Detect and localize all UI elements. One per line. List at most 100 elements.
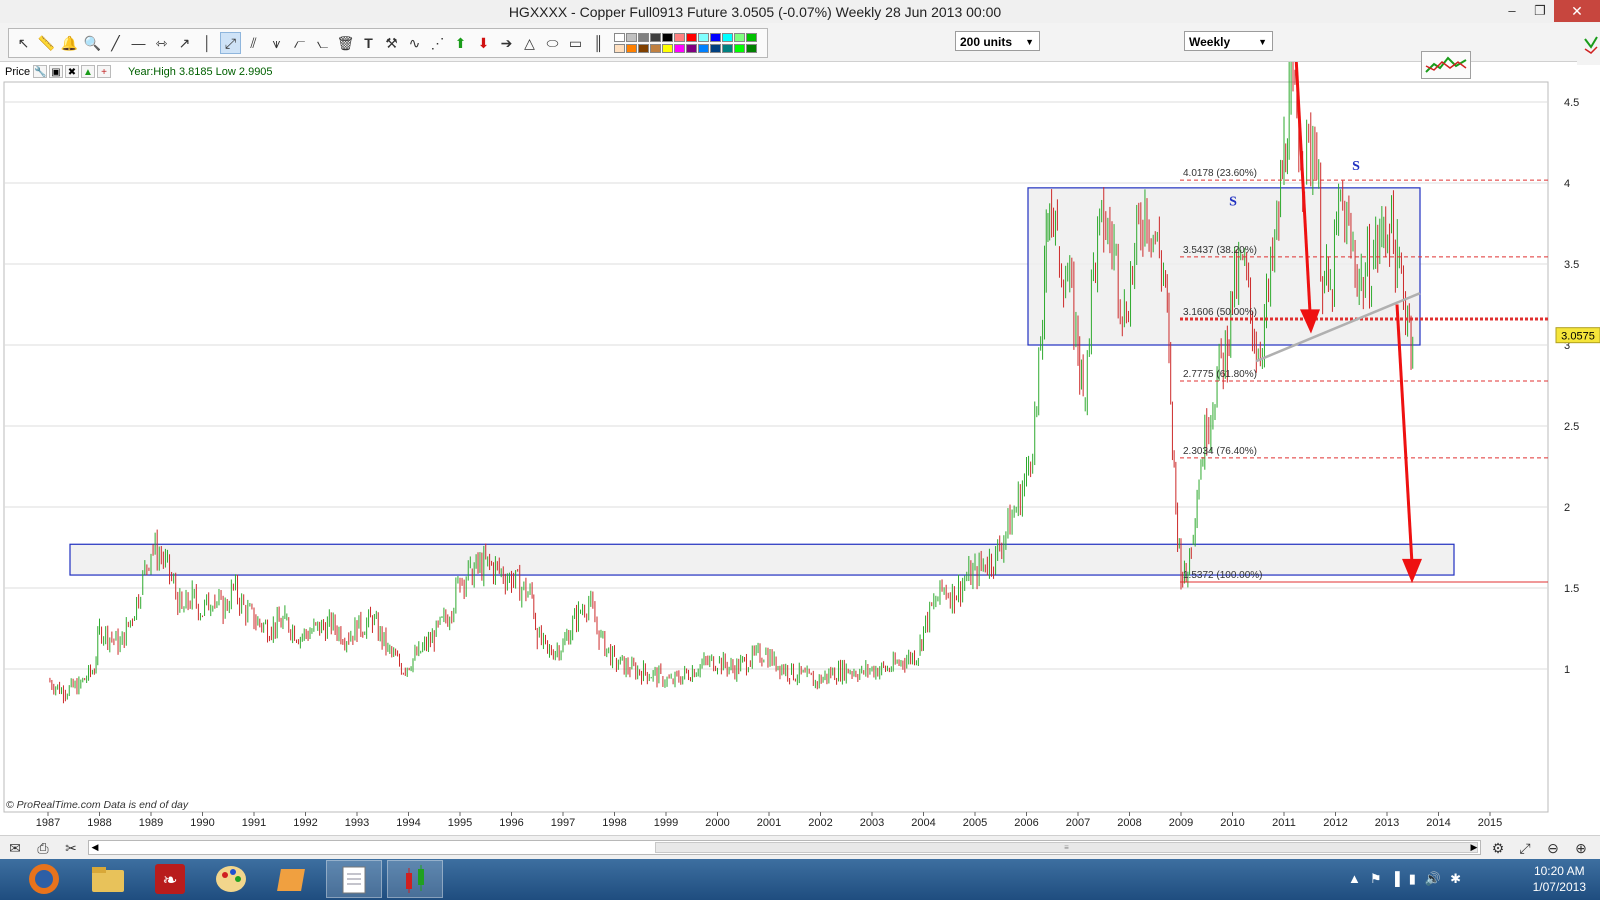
ruler-icon[interactable]: 📏 — [36, 32, 57, 54]
scroll-left-icon[interactable]: ◀ — [89, 841, 101, 854]
x-tick-label: 2014 — [1426, 817, 1450, 829]
expand-panel-icon[interactable] — [1577, 23, 1600, 65]
fib-level-label: 2.3034 (76.40%) — [1183, 446, 1257, 457]
ray-icon[interactable]: ↗ — [174, 32, 195, 54]
svg-text:❧: ❧ — [162, 870, 177, 890]
x-tick-label: 2012 — [1323, 817, 1347, 829]
y-tick-label: 4.5 — [1564, 97, 1579, 109]
signal-icon[interactable]: ▐ — [1391, 871, 1400, 887]
gann-icon[interactable]: ⋰ — [427, 32, 448, 54]
delete-trash-icon[interactable]: 🗑 — [335, 32, 356, 54]
fib-level-label: 1.5372 (100.00%) — [1183, 570, 1263, 581]
up-arrow-icon[interactable]: ⬆ — [450, 32, 471, 54]
fib-level-label: 4.0178 (23.60%) — [1183, 168, 1257, 179]
paint-icon[interactable] — [203, 860, 259, 898]
speaker-icon[interactable]: 🔊 — [1425, 871, 1441, 887]
notepad-icon[interactable] — [326, 860, 382, 898]
x-tick-label: 2008 — [1117, 817, 1141, 829]
zoom-in-icon[interactable]: ⊕ — [1571, 839, 1591, 857]
triangle-icon[interactable]: △ — [519, 32, 540, 54]
clock-time: 10:20 AM — [1533, 864, 1585, 878]
zoom-fit-icon[interactable]: ⤢ — [1515, 839, 1535, 857]
right-arrow-icon[interactable]: ➔ — [496, 32, 517, 54]
close-panel-icon[interactable]: ✖ — [65, 65, 79, 78]
zoom-icon[interactable]: 🔍 — [82, 32, 103, 54]
down-arrow-icon[interactable]: ⬇ — [473, 32, 494, 54]
window-icon[interactable]: ▣ — [49, 65, 63, 78]
x-tick-label: 2001 — [757, 817, 781, 829]
scroll-right-icon[interactable]: ▶ — [1468, 841, 1480, 854]
fib-level-label: 3.5437 (38.20%) — [1183, 245, 1257, 256]
prorealtime-icon[interactable] — [387, 860, 443, 898]
x-tick-label: 2003 — [860, 817, 884, 829]
x-tick-label: 1987 — [36, 817, 60, 829]
minimize-button[interactable]: – — [1502, 2, 1522, 20]
arrow-up-panel-icon[interactable]: ▲ — [81, 65, 95, 78]
text-tool-icon[interactable]: T — [358, 32, 379, 54]
right-shoulder-label: S — [1352, 159, 1360, 174]
x-tick-label: 2009 — [1169, 817, 1193, 829]
chart-footer-bar: ✉ ⎙ ✂ ◀ ≡ ▶ ⚙ ⤢ ⊖ ⊕ — [0, 835, 1600, 860]
fib-level-label: 2.7775 (61.80%) — [1183, 369, 1257, 380]
x-tick-label: 2002 — [808, 817, 832, 829]
clock-date: 1/07/2013 — [1532, 880, 1586, 894]
firefox-icon[interactable] — [16, 860, 72, 898]
horizontal-line-icon[interactable]: — — [128, 32, 149, 54]
pointer-icon[interactable]: ↖ — [13, 32, 34, 54]
x-tick-label: 2006 — [1014, 817, 1038, 829]
y-tick-label: 1.5 — [1564, 583, 1579, 595]
watermark-text: © ProRealTime.com Data is end of day — [6, 799, 189, 811]
units-select[interactable]: 200 units ▼ — [955, 31, 1040, 51]
horizontal-scrollbar[interactable]: ◀ ≡ ▶ — [88, 840, 1481, 855]
title-bar: HGXXXX - Copper Full0913 Future 3.0505 (… — [0, 0, 1600, 24]
x-tick-label: 1999 — [654, 817, 678, 829]
rectangle-icon[interactable]: ▭ — [565, 32, 586, 54]
tray-expand-icon[interactable]: ▲ — [1348, 871, 1361, 887]
last-price-value: 3.0575 — [1561, 331, 1595, 343]
acrobat-reader-icon[interactable]: ❧ — [142, 860, 198, 898]
price-chart[interactable]: 11.522.533.544.5519871988198919901991199… — [0, 62, 1600, 835]
x-tick-label: 1990 — [190, 817, 214, 829]
y-tick-label: 2.5 — [1564, 421, 1579, 433]
fibonacci-arcs-icon[interactable]: ⦦ — [312, 32, 333, 54]
fibonacci-retracement-icon[interactable]: ⤢ — [220, 32, 241, 54]
andrews-pitchfork-icon[interactable]: ⩛ — [266, 32, 287, 54]
x-tick-label: 1988 — [87, 817, 111, 829]
file-explorer-icon[interactable] — [80, 860, 136, 898]
flag-icon[interactable]: ⚑ — [1370, 871, 1382, 887]
chevron-down-icon: ▼ — [1258, 37, 1267, 47]
media-app-icon[interactable] — [265, 860, 321, 898]
add-panel-icon[interactable]: + — [97, 65, 111, 78]
fib-level-label: 3.1606 (50.00%) — [1183, 307, 1257, 318]
year-high-low-stat: Year:High 3.8185 Low 2.9905 — [128, 66, 273, 78]
vertical-line-icon[interactable]: │ — [197, 32, 218, 54]
network-icon[interactable]: ✱ — [1450, 871, 1461, 887]
trendline-icon[interactable]: ╱ — [105, 32, 126, 54]
ellipse-icon[interactable]: ⬭ — [542, 32, 563, 54]
scrollbar-thumb[interactable]: ≡ — [655, 842, 1478, 853]
x-tick-label: 2000 — [705, 817, 729, 829]
x-tick-label: 1994 — [396, 817, 420, 829]
wrench-icon[interactable]: 🔧 — [33, 65, 47, 78]
x-tick-label: 1992 — [293, 817, 317, 829]
battery-icon[interactable]: ▮ — [1409, 871, 1416, 887]
timeframe-select[interactable]: Weekly ▼ — [1184, 31, 1273, 51]
print-icon[interactable]: ⎙ — [33, 839, 53, 857]
properties-tools-icon[interactable]: ⚒ — [381, 32, 402, 54]
zoom-out-icon[interactable]: ⊖ — [1543, 839, 1563, 857]
parallel-channel-icon[interactable]: ⫽ — [243, 32, 264, 54]
chart-settings-icon[interactable]: ⚙ — [1488, 839, 1508, 857]
horizontal-segment-icon[interactable]: ⇿ — [151, 32, 172, 54]
alert-bell-icon[interactable]: 🔔 — [59, 32, 80, 54]
color-palette[interactable] — [614, 32, 764, 54]
fibonacci-fan-icon[interactable]: ⦧ — [289, 32, 310, 54]
email-icon[interactable]: ✉ — [5, 839, 25, 857]
close-button[interactable]: ✕ — [1554, 0, 1600, 22]
clock[interactable]: 10:20 AM 1/07/2013 — [1533, 863, 1586, 895]
scissors-icon[interactable]: ✂ — [61, 839, 81, 857]
wave-icon[interactable]: ∿ — [404, 32, 425, 54]
restore-button[interactable]: ❐ — [1530, 2, 1550, 20]
price-panel-header: Price 🔧 ▣ ✖ ▲ + Year:High 3.8185 Low 2.9… — [0, 62, 1560, 82]
histogram-icon[interactable]: ║ — [588, 32, 609, 54]
y-tick-label: 2 — [1564, 502, 1570, 514]
